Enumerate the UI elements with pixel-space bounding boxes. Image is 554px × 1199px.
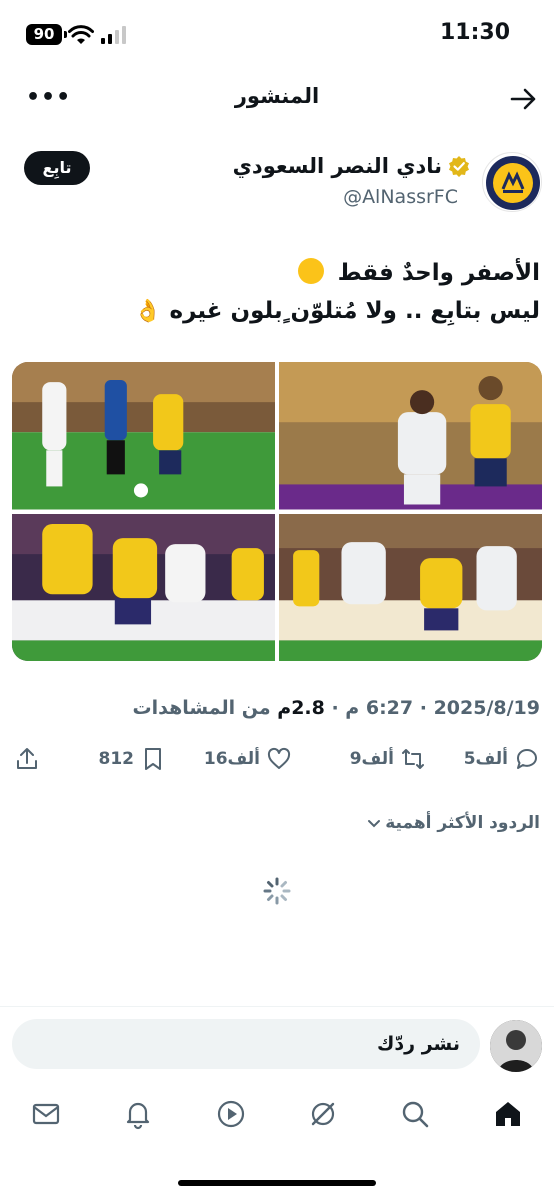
bookmark-button[interactable]: 812 [99,746,167,772]
tweet-actions: 5ألف 9ألف 16ألف 812 [0,740,554,784]
status-time: 11:30 [439,20,510,45]
tweet-line-2-text: ليس بتابِع .. ولا مُتلوّن ٍبلون غيره [169,298,540,324]
author-handle[interactable]: @AlNassrFC [343,186,458,208]
tweet-line-1: الأصفر واحدٌ فقط [20,254,540,292]
user-avatar-image [490,1020,542,1072]
battery-indicator: 90 [26,24,67,45]
verified-icon [449,156,469,177]
post-header: ••• المنشور [0,74,554,124]
search-icon[interactable] [399,1098,431,1130]
page-title: المنشور [234,84,320,108]
media-photo-3[interactable] [12,513,275,661]
author-avatar[interactable] [482,152,542,212]
replies-sort-dropdown[interactable]: الردود الأكثر أهمية [367,813,540,833]
chevron-down-icon [368,820,381,828]
home-icon[interactable] [492,1098,524,1130]
author-name-row[interactable]: نادي النصر السعودي [233,154,470,178]
repost-button[interactable]: 9ألف [350,746,426,772]
bookmark-icon [145,748,161,770]
signal-icon [101,26,126,44]
views-label: من المشاهدات [132,697,278,719]
yellow-circle-icon [297,258,324,284]
tweet-meta: 2025/8/19 · 6:27 م · 2.8م من المشاهدات [133,697,540,719]
media-photo-4[interactable] [279,513,542,661]
tweet-line-1-text: الأصفر واحدٌ فقط [337,260,540,286]
like-icon [267,747,291,769]
home-indicator [178,1180,376,1186]
repost-count: 9ألف [349,749,394,769]
reply-button[interactable]: 5ألف [464,746,540,772]
like-count: 16ألف [203,749,260,769]
bottom-nav [0,1090,554,1146]
media-photo-1[interactable] [12,362,275,510]
reply-count: 5ألف [463,749,508,769]
views-count: 2.8م [277,697,325,719]
reply-icon [517,749,537,769]
like-button[interactable]: 16ألف [204,746,292,772]
user-avatar[interactable] [490,1020,542,1072]
tweet-text: الأصفر واحدٌ فقط ليس بتابِع .. ولا مُتلو… [20,254,540,331]
follow-button[interactable]: تابِع [24,151,90,185]
ok-hand-emoji: 👌 [134,299,162,324]
spinner-icon [263,877,291,905]
club-logo [486,156,540,210]
bell-icon[interactable] [122,1098,154,1130]
mail-icon[interactable] [30,1098,62,1130]
share-icon [17,748,37,769]
back-arrow-icon[interactable] [508,84,538,114]
media-photo-2[interactable] [279,362,542,510]
grok-icon[interactable] [307,1098,339,1130]
play-icon[interactable] [215,1098,247,1130]
author-name[interactable]: نادي النصر السعودي [233,154,442,178]
share-button[interactable] [14,746,40,772]
bookmark-count: 812 [98,749,135,769]
replies-sort-label: الردود الأكثر أهمية [385,813,540,833]
status-bar: 90 11:30 [0,0,554,70]
tweet-datetime: 2025/8/19 · 6:27 م · [324,697,540,719]
media-grid [12,362,542,661]
tweet-line-2: ليس بتابِع .. ولا مُتلوّن ٍبلون غيره 👌 [20,292,540,331]
repost-icon [402,749,424,769]
reply-input[interactable]: نشر ردّك [12,1019,480,1069]
composer-divider [0,1006,554,1007]
wifi-icon [68,25,94,44]
